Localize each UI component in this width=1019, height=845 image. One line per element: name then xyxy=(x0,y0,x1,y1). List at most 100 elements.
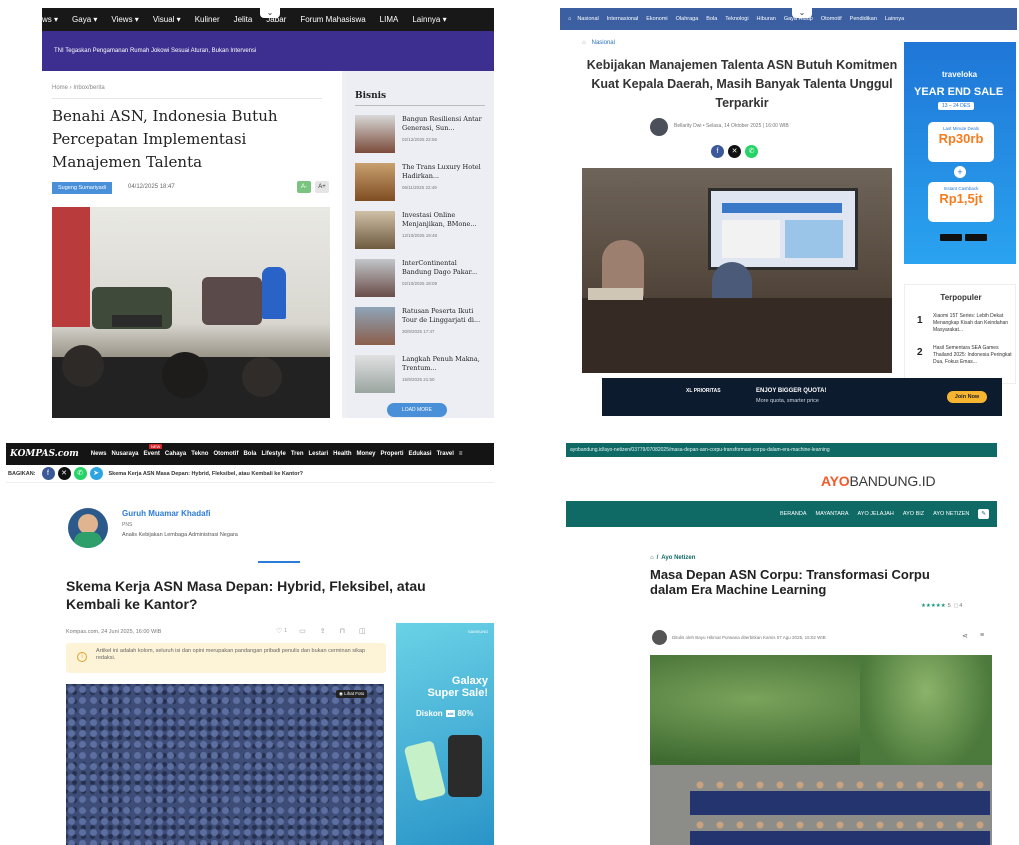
nav-item[interactable]: Visual ▾ xyxy=(153,15,181,24)
nav-item[interactable]: Bola xyxy=(706,16,717,22)
nav-item[interactable]: Health xyxy=(333,451,351,457)
url-bar[interactable]: ayobandung.id/ayo-netizen/03779/07082025… xyxy=(566,443,997,457)
x-icon[interactable]: ✕ xyxy=(57,467,71,480)
divider xyxy=(258,561,300,563)
ticker-text: TNI Tegaskan Pengamanan Rumah Jokowi Ses… xyxy=(54,48,257,54)
nav-item[interactable]: Otomotif xyxy=(821,16,842,22)
nav-item[interactable]: ws ▾ xyxy=(42,15,58,24)
nav-item[interactable]: Lainnya xyxy=(885,16,904,22)
x-icon[interactable]: ✕ xyxy=(728,145,741,158)
rating[interactable]: ★★★★★ 5 ◻ 4 xyxy=(921,603,962,609)
bottom-ad[interactable]: XL PRIORITAS ENJOY BIGGER QUOTA! More qu… xyxy=(602,378,1002,416)
photo-tag: Lihat Foto xyxy=(344,691,365,696)
breadcrumb[interactable]: Home › Inbox/berita xyxy=(52,85,105,91)
sidebar-item[interactable]: Bangun Resiliensi Antar Generasi, Sun...… xyxy=(355,115,487,155)
chevron-down-icon[interactable]: ⌄ xyxy=(792,8,812,18)
ad-banner[interactable]: SAMSUNG Galaxy Super Sale! Diskon s/d 80… xyxy=(396,623,494,845)
nav-item[interactable]: Teknologi xyxy=(725,16,748,22)
nav-item[interactable]: Ekonomi xyxy=(646,16,667,22)
nav-item[interactable]: Kuliner xyxy=(195,15,220,24)
nav-item[interactable]: Olahraga xyxy=(676,16,699,22)
sidebar-item[interactable]: InterContinental Bandung Dago Pakar... 0… xyxy=(355,259,487,299)
nav-item[interactable]: Pendidikan xyxy=(850,16,877,22)
sidebar-item[interactable]: Langkah Penuh Makna, Trentum... 15/9/202… xyxy=(355,355,487,395)
ad-banner[interactable]: traveloka YEAR END SALE 13 – 24 DES Last… xyxy=(904,42,1016,264)
popular-item[interactable]: Hasil Sementara SEA Games Thailand 2025:… xyxy=(933,345,1015,366)
share-icon[interactable]: ⇪ xyxy=(320,627,326,635)
nav-item[interactable]: News xyxy=(91,451,107,457)
whatsapp-icon[interactable]: ✆ xyxy=(73,467,87,480)
view-photo-button[interactable]: ◉ Lihat Foto xyxy=(336,690,368,698)
nav-item[interactable]: Lainnya ▾ xyxy=(412,15,446,24)
news-ticker[interactable]: TNI Tegaskan Pengamanan Rumah Jokowi Ses… xyxy=(42,31,494,71)
article-title: Skema Kerja ASN Masa Depan: Hybrid, Flek… xyxy=(66,578,426,612)
nav-item[interactable]: Tekno xyxy=(191,451,208,457)
share-title: Skema Kerja ASN Masa Depan: Hybrid, Flek… xyxy=(108,470,304,477)
nav-item[interactable]: Lifestyle xyxy=(261,451,285,457)
home-icon[interactable]: ⌂ xyxy=(568,16,571,22)
nav-item[interactable]: Internasional xyxy=(607,16,639,22)
whatsapp-icon[interactable]: ✆ xyxy=(745,145,758,158)
top-nav: KOMPAS.com News Nusaraya Event Cahaya Te… xyxy=(6,443,494,465)
nav-item[interactable]: Gaya ▾ xyxy=(72,15,97,24)
share-icon[interactable]: ⋖ xyxy=(962,632,968,640)
nav-item[interactable]: Nusaraya xyxy=(111,451,138,457)
author-badge[interactable]: Sugeng Sumariyadi xyxy=(52,182,113,194)
breadcrumb[interactable]: ⌂ Nasional xyxy=(582,40,615,46)
nav-item[interactable]: Forum Mahasiswa xyxy=(300,15,365,24)
chevron-down-icon[interactable]: ⌄ xyxy=(260,8,280,18)
author-name[interactable]: Guruh Muamar Khadafi xyxy=(122,509,210,518)
sidebar-item[interactable]: The Trans Luxury Hotel Hadirkan... 06/11… xyxy=(355,163,487,203)
sidebar-item[interactable]: Ratusan Peserta Ikuti Tour de Linggarjat… xyxy=(355,307,487,347)
article-title: Benahi ASN, Indonesia Butuh Percepatan I… xyxy=(52,107,278,171)
menu-item[interactable]: MAYANTARA xyxy=(816,511,849,517)
like-icon[interactable]: ♡ xyxy=(276,627,282,635)
bookmark-icon[interactable]: ⊓ xyxy=(340,627,345,635)
nav-item[interactable]: Tren xyxy=(291,451,304,457)
join-now-button[interactable]: Join Now xyxy=(947,391,987,403)
nav-item[interactable]: Bola xyxy=(243,451,256,457)
sidebar-item[interactable]: Investasi Online Menjanjikan, BMone... 1… xyxy=(355,211,487,251)
item-date: 06/11/2025 22:49 xyxy=(402,185,437,190)
nav-item[interactable]: Cahaya xyxy=(165,451,186,457)
nav-item[interactable]: Views ▾ xyxy=(111,15,138,24)
comment-icon[interactable]: ▭ xyxy=(299,627,306,635)
notice-text: Artikel ini adalah kolom, seluruh isi da… xyxy=(96,648,366,661)
item-title: Bangun Resiliensi Antar Generasi, Sun... xyxy=(402,115,482,132)
menu-icon[interactable]: ≡ xyxy=(980,632,984,639)
popular-box: Terpopuler 1 Xiaomi 15T Series: Lebih De… xyxy=(904,284,1016,384)
thumbnail xyxy=(355,115,395,153)
edit-icon[interactable]: ✎ xyxy=(978,509,989,519)
thumbnail xyxy=(355,259,395,297)
nav-item[interactable]: Jelita xyxy=(234,15,253,24)
load-more-button[interactable]: LOAD MORE xyxy=(387,403,447,417)
facebook-icon[interactable]: f xyxy=(711,145,724,158)
font-increase-button[interactable]: A+ xyxy=(315,181,329,193)
nav-item[interactable]: Otomotif xyxy=(213,451,238,457)
menu-item[interactable]: AYO JELAJAH xyxy=(858,511,894,517)
category-label: Nasional xyxy=(591,40,615,46)
breadcrumb[interactable]: ⌂ / Ayo Netizen xyxy=(650,555,695,561)
nav-item[interactable]: Properti xyxy=(381,451,404,457)
nav-item[interactable]: Edukasi xyxy=(409,451,432,457)
nav-item[interactable]: Hiburan xyxy=(757,16,776,22)
menu-item[interactable]: BERANDA xyxy=(780,511,807,517)
nav-item[interactable]: Travel xyxy=(437,451,454,457)
nav-item[interactable]: LIMA xyxy=(380,15,399,24)
menu-icon[interactable]: ≡ xyxy=(459,451,463,457)
nav-item[interactable]: Event xyxy=(144,451,160,457)
facebook-icon[interactable]: f xyxy=(41,467,55,480)
nav-item[interactable]: Money xyxy=(357,451,376,457)
nav-item[interactable]: Lestari xyxy=(308,451,328,457)
telegram-icon[interactable]: ➤ xyxy=(89,467,103,480)
menu-item[interactable]: AYO NETIZEN xyxy=(933,511,969,517)
font-decrease-button[interactable]: A- xyxy=(297,181,311,193)
comments-icon[interactable]: ◫ xyxy=(359,627,366,635)
menu-item[interactable]: AYO BIZ xyxy=(903,511,924,517)
site-logo[interactable]: AYOBANDUNG.ID xyxy=(821,473,936,489)
byline: Ditulis oleh Bayu Hikmat Purwana diterbi… xyxy=(672,635,826,640)
site-logo[interactable]: KOMPAS.com xyxy=(6,449,79,459)
nav-item[interactable]: Nasional xyxy=(577,16,598,22)
popular-item[interactable]: Xiaomi 15T Series: Lebih Dekat Menangkap… xyxy=(933,313,1015,334)
bottom-ad-sub: More quota, smarter price xyxy=(756,398,819,404)
